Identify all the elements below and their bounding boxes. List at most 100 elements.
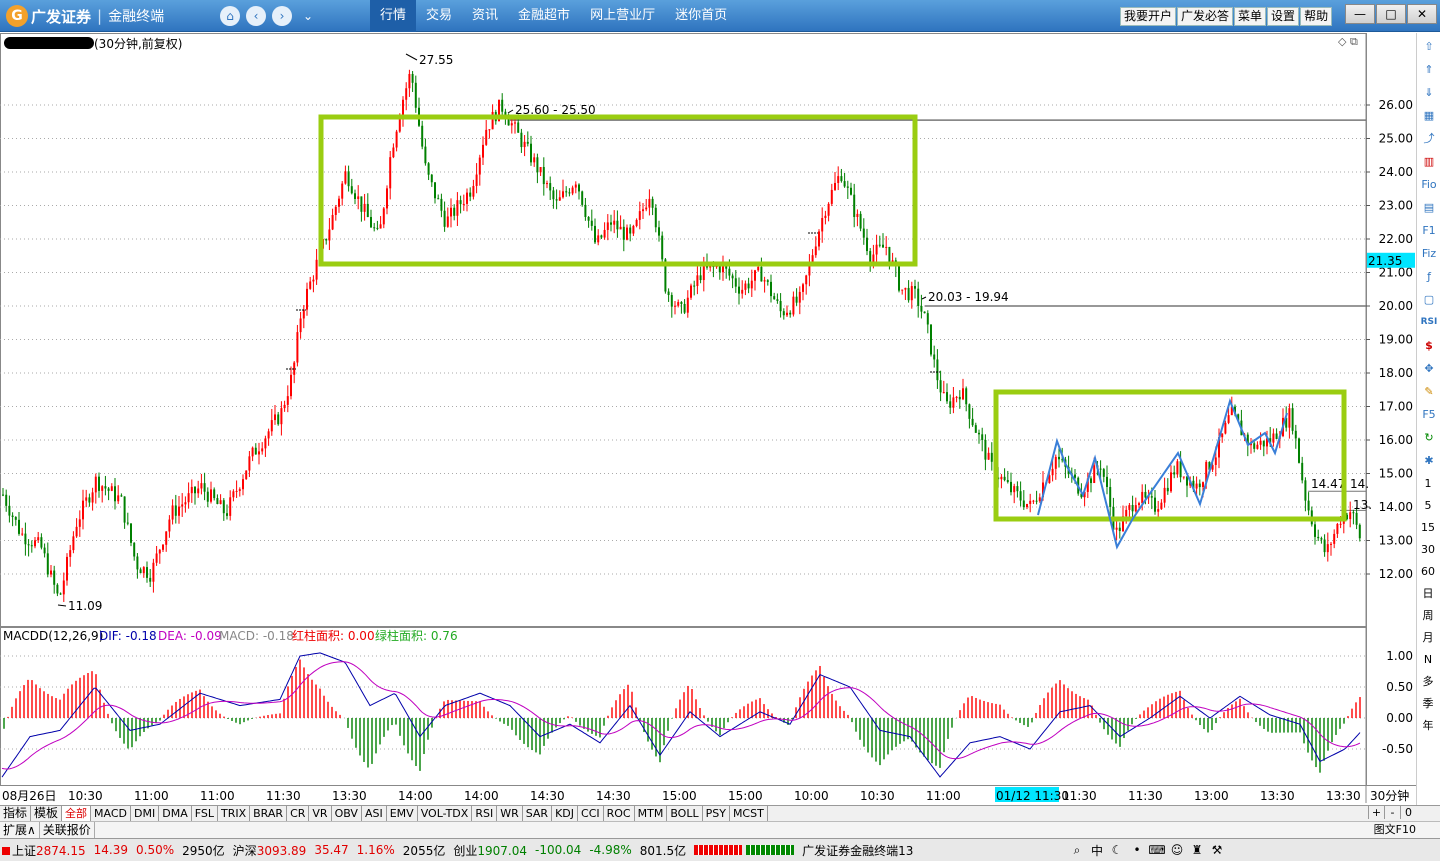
dot-icon[interactable]: •: [1128, 841, 1146, 859]
indicator-tab[interactable]: ROC: [604, 806, 635, 821]
tab-control[interactable]: -: [1384, 806, 1400, 819]
indicator-tab[interactable]: BOLL: [667, 806, 703, 821]
indicator-tab[interactable]: MCST: [730, 806, 768, 821]
period-week[interactable]: 周: [1417, 604, 1439, 626]
menu-item-news[interactable]: 资讯: [462, 0, 508, 32]
grid-icon[interactable]: ▦: [1419, 105, 1439, 125]
chart-icon[interactable]: ▤: [1419, 197, 1439, 217]
menu-item-market[interactable]: 行情: [370, 0, 417, 32]
indicator-tab[interactable]: VOL-TDX: [418, 806, 473, 821]
close-icon[interactable]: ✕: [1407, 4, 1437, 24]
refresh-icon[interactable]: ↻: [1419, 427, 1439, 447]
fio2-icon[interactable]: ƒ: [1419, 266, 1439, 286]
period-1[interactable]: 1: [1417, 472, 1439, 494]
period-year[interactable]: 年: [1417, 714, 1439, 736]
period-day[interactable]: 日: [1417, 582, 1439, 604]
indicator-tab[interactable]: RSI: [472, 806, 498, 821]
moon-icon[interactable]: ☾: [1108, 841, 1126, 859]
period-quarter[interactable]: 季: [1417, 692, 1439, 714]
star-icon[interactable]: ✱: [1419, 450, 1439, 470]
down-hollow-icon[interactable]: ⇓: [1419, 82, 1439, 102]
chart-area[interactable]: 26.00 25.00 24.00 23.00 22.00 21.00 20.00 19.00…: [0, 33, 1440, 805]
period-month[interactable]: 月: [1417, 626, 1439, 648]
settings-button[interactable]: 设置: [1267, 7, 1300, 26]
menu-item-trade[interactable]: 交易: [416, 0, 462, 32]
move-icon[interactable]: ✥: [1419, 358, 1439, 378]
search-icon[interactable]: ⌕: [1068, 841, 1086, 859]
indicator-tab[interactable]: KDJ: [552, 806, 579, 821]
sh-index[interactable]: 上证2874.15: [2, 842, 86, 859]
indicator-tab[interactable]: TRIX: [218, 806, 251, 821]
expand-tab[interactable]: 扩展∧: [0, 822, 40, 838]
help-button[interactable]: 帮助: [1300, 7, 1333, 26]
indicator-tab[interactable]: DMA: [159, 806, 192, 821]
indicator-tab[interactable]: ASI: [362, 806, 387, 821]
menu-item-online-hall[interactable]: 网上营业厅: [580, 0, 665, 32]
qa-button[interactable]: 广发必答: [1177, 7, 1234, 26]
hs-index[interactable]: 沪深3093.89: [233, 842, 307, 859]
shirt-icon[interactable]: ♜: [1188, 841, 1206, 859]
user-icon[interactable]: ☺: [1168, 841, 1186, 859]
period-15[interactable]: 15: [1417, 516, 1439, 538]
kline-chart[interactable]: 26.0025.0024.0023.0022.0021.0020.0019.00…: [0, 33, 1416, 805]
f10-icon[interactable]: ▢: [1419, 289, 1439, 309]
candle-body: [197, 488, 200, 494]
fiz-icon[interactable]: Fiz: [1419, 243, 1439, 263]
indicator-tab[interactable]: FSL: [192, 806, 218, 821]
candle-body: [117, 495, 120, 502]
indicator-tab[interactable]: BRAR: [250, 806, 288, 821]
s-icon[interactable]: $: [1419, 335, 1439, 355]
indicator-tab[interactable]: 指标: [0, 806, 32, 821]
fio-icon[interactable]: Fio: [1419, 174, 1439, 194]
tab-control[interactable]: +: [1368, 806, 1384, 819]
indicator-tab[interactable]: VR: [309, 806, 332, 821]
candle-body: [226, 513, 228, 516]
period-60[interactable]: 60: [1417, 560, 1439, 582]
indicator-tab[interactable]: CR: [287, 806, 310, 821]
tab-control[interactable]: 0: [1400, 806, 1416, 819]
collapse-icon[interactable]: ⌄: [298, 6, 318, 26]
f5-icon[interactable]: F5: [1419, 404, 1439, 424]
home-icon[interactable]: ⌂: [220, 6, 240, 26]
candle-body: [523, 141, 526, 148]
indicator-tab[interactable]: CCI: [578, 806, 604, 821]
candle-icon[interactable]: ▥: [1419, 151, 1439, 171]
menu-item-mini-home[interactable]: 迷你首页: [665, 0, 737, 32]
f1-icon[interactable]: F1: [1419, 220, 1439, 240]
ime-indicator[interactable]: 中: [1088, 841, 1106, 859]
indicator-tab[interactable]: DMI: [131, 806, 160, 821]
cy-index[interactable]: 创业1907.04: [453, 842, 527, 859]
maximize-icon[interactable]: □: [1376, 4, 1406, 24]
indicator-tab[interactable]: 全部: [62, 806, 92, 821]
indicator-tab[interactable]: SAR: [523, 806, 553, 821]
chart-corner-icons[interactable]: ◇ ⧉: [1338, 35, 1358, 49]
open-account-button[interactable]: 我要开户: [1120, 7, 1177, 26]
keyboard-icon[interactable]: ⌨: [1148, 841, 1166, 859]
menu-item-supermarket[interactable]: 金融超市: [508, 0, 580, 32]
wrench-icon[interactable]: ⚒: [1208, 841, 1226, 859]
minimize-icon[interactable]: —: [1345, 4, 1375, 24]
indicator-tab[interactable]: PSY: [703, 806, 730, 821]
period-multi[interactable]: 多: [1417, 670, 1439, 692]
indicator-tab[interactable]: 模板: [31, 806, 63, 821]
forward-icon[interactable]: ›: [272, 6, 292, 26]
menu-button[interactable]: 菜单: [1234, 7, 1267, 26]
back-icon[interactable]: ‹: [246, 6, 266, 26]
indicator-tab[interactable]: OBV: [332, 806, 362, 821]
indicator-tab[interactable]: EMV: [387, 806, 418, 821]
related-quotes-tab[interactable]: 关联报价: [40, 822, 95, 838]
indicator-tab[interactable]: MTM: [635, 806, 668, 821]
candle-body: [59, 593, 62, 595]
up-hollow-icon[interactable]: ⇑: [1419, 59, 1439, 79]
pen-icon[interactable]: ✎: [1419, 381, 1439, 401]
period-5[interactable]: 5: [1417, 494, 1439, 516]
time-axis-label: 13:00: [1194, 789, 1229, 803]
up-arrow-icon[interactable]: ⇧: [1419, 36, 1439, 56]
period-n[interactable]: N: [1417, 648, 1439, 670]
indicator-tab[interactable]: WR: [497, 806, 523, 821]
trend-icon[interactable]: ⤴: [1419, 128, 1439, 148]
f10-link[interactable]: 图文F10: [1374, 822, 1416, 838]
period-30[interactable]: 30: [1417, 538, 1439, 560]
indicator-tab[interactable]: MACD: [91, 806, 132, 821]
rsi-icon[interactable]: RSI: [1419, 312, 1439, 332]
